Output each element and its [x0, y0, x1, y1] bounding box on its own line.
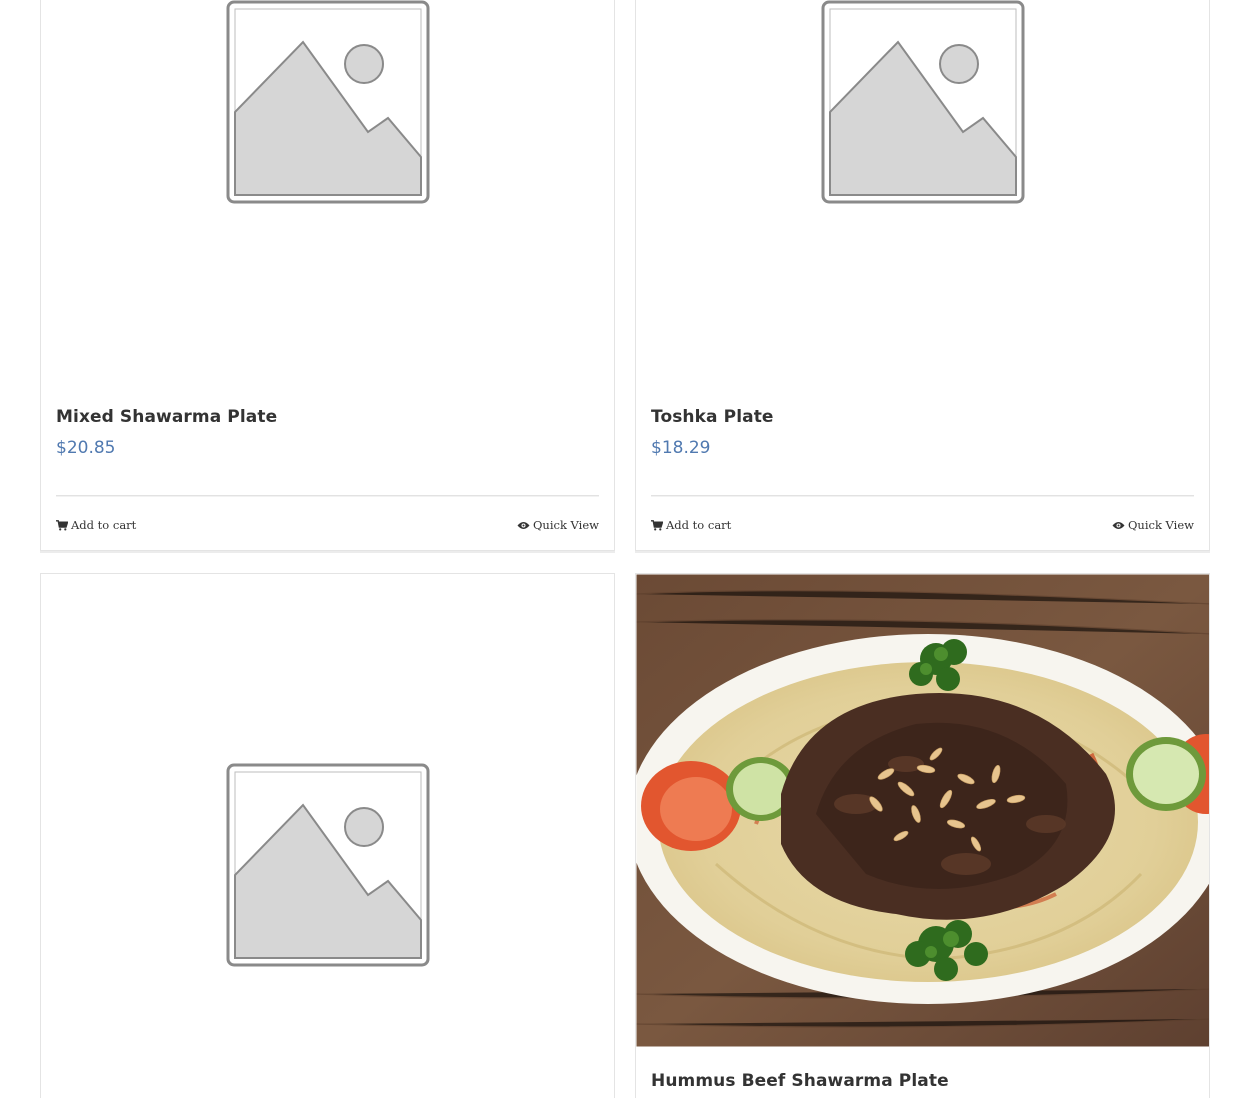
product-image[interactable]	[41, 574, 614, 1047]
cart-icon	[56, 519, 68, 530]
eye-icon	[517, 521, 530, 529]
divider	[651, 495, 1194, 496]
product-image[interactable]	[41, 0, 614, 380]
quick-view-button[interactable]: Quick View	[517, 518, 599, 532]
quick-view-label: Quick View	[1127, 518, 1194, 532]
add-to-cart-label: Add to cart	[666, 518, 732, 532]
product-card	[40, 573, 615, 1098]
add-to-cart-button[interactable]: Add to cart	[651, 518, 731, 532]
quick-view-label: Quick View	[532, 518, 599, 532]
add-to-cart-button[interactable]: Add to cart	[56, 518, 136, 532]
product-title[interactable]: Hummus Beef Shawarma Plate	[651, 1071, 949, 1091]
divider	[56, 495, 599, 496]
product-card: Mixed Shawarma Plate $20.85 Add to cart …	[40, 0, 615, 551]
image-placeholder-icon	[226, 763, 429, 967]
image-placeholder-icon	[226, 0, 429, 204]
product-card: Toshka Plate $18.29 Add to cart Quick Vi…	[635, 0, 1210, 551]
product-title[interactable]: Mixed Shawarma Plate	[56, 407, 277, 427]
product-card: Hummus Beef Shawarma Plate	[635, 573, 1210, 1098]
eye-icon	[1112, 521, 1125, 529]
product-price: $18.29	[651, 438, 711, 458]
product-image[interactable]	[636, 0, 1209, 380]
product-price: $20.85	[56, 438, 116, 458]
quick-view-button[interactable]: Quick View	[1112, 518, 1194, 532]
cart-icon	[651, 519, 663, 530]
hummus-beef-shawarma-photo[interactable]	[636, 574, 1210, 1047]
product-title[interactable]: Toshka Plate	[651, 407, 774, 427]
image-placeholder-icon	[821, 0, 1024, 204]
add-to-cart-label: Add to cart	[71, 518, 137, 532]
